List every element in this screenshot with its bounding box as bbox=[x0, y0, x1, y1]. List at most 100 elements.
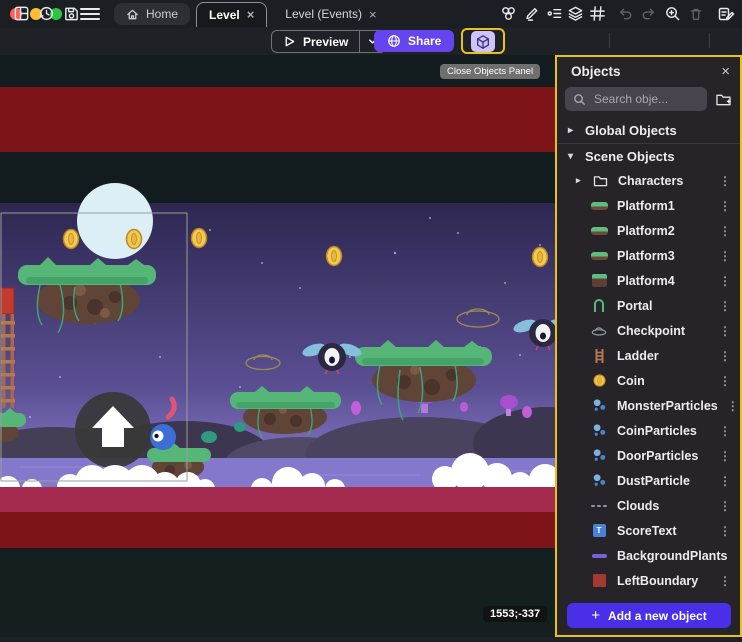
object-row-scoretext[interactable]: T ScoreText ⋮ bbox=[557, 518, 740, 543]
object-row-backgroundplants[interactable]: BackgroundPlants ⋮ bbox=[557, 543, 740, 568]
particles-icon bbox=[590, 448, 608, 463]
moon-object[interactable] bbox=[77, 183, 153, 259]
pink-ground-band[interactable] bbox=[0, 487, 557, 512]
scene-render[interactable] bbox=[0, 55, 557, 637]
object-row-platform3[interactable]: Platform3 ⋮ bbox=[557, 243, 740, 268]
object-menu-icon[interactable]: ⋮ bbox=[727, 399, 740, 413]
object-menu-icon[interactable]: ⋮ bbox=[719, 424, 740, 438]
saucer-icon bbox=[590, 326, 608, 336]
globe-icon bbox=[387, 34, 401, 48]
scene-objects-section[interactable]: ▾ Scene Objects bbox=[557, 145, 740, 168]
platform-thumbnail-icon bbox=[590, 252, 608, 260]
bottom-boundary-object[interactable] bbox=[0, 512, 557, 548]
object-row-ladder[interactable]: Ladder ⋮ bbox=[557, 343, 740, 368]
chevron-right-icon: ▸ bbox=[568, 125, 576, 136]
add-folder-icon[interactable] bbox=[715, 92, 732, 107]
tab-home[interactable]: Home bbox=[114, 3, 190, 25]
object-menu-icon[interactable]: ⋮ bbox=[736, 549, 740, 563]
chevron-right-icon: ▸ bbox=[576, 175, 582, 186]
add-new-object-button[interactable]: + Add a new object bbox=[567, 603, 731, 628]
instances-list-icon[interactable] bbox=[545, 4, 564, 23]
global-objects-label: Global Objects bbox=[585, 123, 677, 138]
object-menu-icon[interactable]: ⋮ bbox=[719, 199, 740, 213]
toolbar-separator bbox=[609, 33, 610, 48]
object-menu-icon[interactable]: ⋮ bbox=[719, 274, 740, 288]
close-objects-panel-tooltip: Close Objects Panel bbox=[440, 64, 540, 79]
object-row-doorparticles[interactable]: DoorParticles ⋮ bbox=[557, 443, 740, 468]
object-menu-icon[interactable]: ⋮ bbox=[719, 249, 740, 263]
platform-thumbnail-icon bbox=[590, 202, 608, 210]
tab-level-close-icon[interactable]: × bbox=[247, 8, 255, 21]
save-icon[interactable] bbox=[62, 4, 81, 23]
editor-background-bottom bbox=[0, 548, 557, 637]
share-label: Share bbox=[408, 34, 441, 48]
section-divider bbox=[557, 143, 740, 144]
history-icon[interactable] bbox=[37, 4, 56, 23]
object-menu-icon[interactable]: ⋮ bbox=[719, 499, 740, 513]
object-menu-icon[interactable]: ⋮ bbox=[719, 374, 740, 388]
object-search-box[interactable] bbox=[565, 87, 707, 111]
object-menu-icon[interactable]: ⋮ bbox=[719, 474, 740, 488]
home-icon bbox=[126, 8, 139, 21]
object-search-input[interactable] bbox=[592, 91, 699, 107]
search-icon bbox=[573, 93, 586, 106]
tab-level[interactable]: Level × bbox=[196, 2, 267, 27]
object-menu-icon[interactable]: ⋮ bbox=[719, 299, 740, 313]
object-row-platform1[interactable]: Platform1 ⋮ bbox=[557, 193, 740, 218]
zoom-in-icon[interactable] bbox=[663, 4, 682, 23]
object-row-checkpoint[interactable]: Checkpoint ⋮ bbox=[557, 318, 740, 343]
object-row-coin[interactable]: Coin ⋮ bbox=[557, 368, 740, 393]
object-row-clouds[interactable]: Clouds ⋮ bbox=[557, 493, 740, 518]
tab-bar: Home Level × Level (Events) × bbox=[114, 0, 389, 28]
object-menu-icon[interactable]: ⋮ bbox=[719, 349, 740, 363]
object-row-portal[interactable]: Portal ⋮ bbox=[557, 293, 740, 318]
tab-level-events[interactable]: Level (Events) × bbox=[273, 2, 388, 26]
object-row-characters[interactable]: ▸ Characters ⋮ bbox=[557, 168, 740, 193]
top-boundary-object[interactable] bbox=[0, 87, 557, 152]
object-menu-icon[interactable]: ⋮ bbox=[719, 449, 740, 463]
object-menu-icon[interactable]: ⋮ bbox=[719, 574, 740, 588]
objects-panel: Objects × ▸ Global Objects ▾ Scene Objec… bbox=[555, 55, 742, 637]
text-object-icon: T bbox=[590, 524, 608, 537]
scene-objects-label: Scene Objects bbox=[585, 149, 675, 164]
trash-icon[interactable] bbox=[686, 4, 705, 23]
objects-panel-toggle-icon[interactable] bbox=[471, 31, 495, 52]
share-button[interactable]: Share bbox=[374, 30, 454, 52]
play-icon bbox=[283, 35, 296, 48]
object-groups-icon[interactable] bbox=[499, 4, 518, 23]
scene-editor-canvas[interactable]: 1553;-337 bbox=[0, 55, 557, 637]
object-menu-icon[interactable]: ⋮ bbox=[719, 524, 740, 538]
tab-level-label: Level bbox=[209, 8, 240, 22]
portal-icon bbox=[590, 299, 608, 312]
object-row-monsterparticles[interactable]: MonsterParticles ⋮ bbox=[557, 393, 740, 418]
object-row-dustparticle[interactable]: DustParticle ⋮ bbox=[557, 468, 740, 493]
jump-control-overlay[interactable] bbox=[75, 392, 151, 468]
preview-button[interactable]: Preview bbox=[271, 30, 386, 53]
panels-layout-icon[interactable] bbox=[12, 4, 31, 23]
particles-icon bbox=[590, 473, 608, 488]
ladder-icon bbox=[590, 349, 608, 363]
redo-icon[interactable] bbox=[639, 4, 658, 23]
tab-level-events-close-icon[interactable]: × bbox=[369, 8, 377, 21]
edit-pencil-icon[interactable] bbox=[522, 4, 541, 23]
object-row-coinparticles[interactable]: CoinParticles ⋮ bbox=[557, 418, 740, 443]
object-menu-icon[interactable]: ⋮ bbox=[719, 174, 740, 188]
undo-icon[interactable] bbox=[616, 4, 635, 23]
object-menu-icon[interactable]: ⋮ bbox=[719, 224, 740, 238]
object-row-leftboundary[interactable]: LeftBoundary ⋮ bbox=[557, 568, 740, 593]
add-new-object-label: Add a new object bbox=[608, 609, 707, 623]
platform-thumbnail-icon bbox=[590, 274, 608, 287]
particles-icon bbox=[590, 423, 608, 438]
grid-icon[interactable] bbox=[588, 4, 607, 23]
objects-panel-close-icon[interactable]: × bbox=[721, 64, 730, 79]
object-row-platform2[interactable]: Platform2 ⋮ bbox=[557, 218, 740, 243]
layers-icon[interactable] bbox=[566, 4, 585, 23]
object-menu-icon[interactable]: ⋮ bbox=[719, 324, 740, 338]
global-objects-section[interactable]: ▸ Global Objects bbox=[557, 119, 740, 142]
scene-properties-icon[interactable] bbox=[716, 4, 735, 23]
plants-thumbnail-icon bbox=[590, 554, 608, 558]
toolbar-separator bbox=[709, 33, 710, 48]
object-row-platform4[interactable]: Platform4 ⋮ bbox=[557, 268, 740, 293]
main-menu-icon[interactable] bbox=[80, 8, 100, 20]
tab-home-label: Home bbox=[146, 7, 178, 21]
